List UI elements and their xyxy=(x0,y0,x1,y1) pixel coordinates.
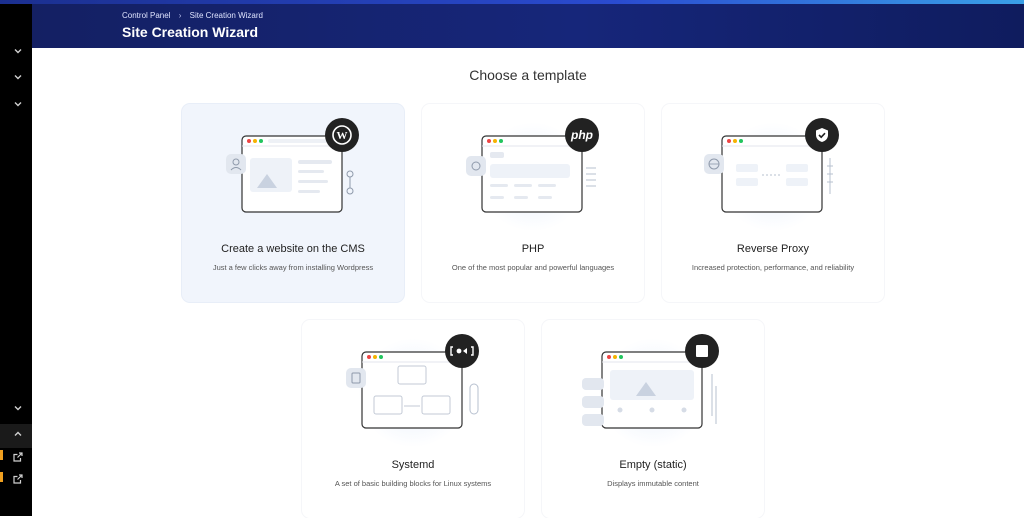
shield-check-icon xyxy=(805,118,839,152)
chevron-down-icon[interactable] xyxy=(11,44,25,58)
template-title: Empty (static) xyxy=(619,459,687,471)
template-title: Reverse Proxy xyxy=(736,243,810,255)
php-icon: php xyxy=(565,118,599,152)
svg-text:W: W xyxy=(337,130,348,142)
chevron-up-icon[interactable] xyxy=(11,427,25,441)
template-title: Systemd xyxy=(391,459,435,471)
breadcrumb-control-panel[interactable]: Control Panel xyxy=(122,11,170,20)
breadcrumb-site-creation-wizard: Site Creation Wizard xyxy=(189,11,263,21)
stop-square-icon xyxy=(685,334,719,368)
template-description: A set of basic building blocks for Linux… xyxy=(334,479,492,488)
active-marker xyxy=(0,472,3,482)
template-description: Increased protection, performance, and r… xyxy=(691,263,855,272)
template-card-cms[interactable]: W Create a website on the CMS Just a few… xyxy=(182,104,404,302)
breadcrumb: Control Panel › Site Creation Wizard xyxy=(122,11,263,20)
chevron-down-icon[interactable] xyxy=(11,70,25,84)
wordpress-icon: W xyxy=(325,118,359,152)
template-card-reverse-proxy[interactable]: Reverse Proxy Increased protection, perf… xyxy=(662,104,884,302)
page-title: Site Creation Wizard xyxy=(122,24,259,40)
chevron-down-icon[interactable] xyxy=(11,401,25,415)
page-header: Control Panel › Site Creation Wizard Sit… xyxy=(32,4,1024,48)
template-title: PHP xyxy=(521,243,545,255)
template-title: Create a website on the CMS xyxy=(221,243,365,255)
external-link-icon[interactable] xyxy=(11,472,25,486)
template-card-systemd[interactable]: Systemd A set of basic building blocks f… xyxy=(302,320,524,518)
external-link-icon[interactable] xyxy=(11,450,25,464)
template-card-php[interactable]: php PHP One of the most popular and powe… xyxy=(422,104,644,302)
template-description: Just a few clicks away from installing W… xyxy=(212,263,374,272)
active-marker xyxy=(0,450,3,460)
chevron-down-icon[interactable] xyxy=(11,97,25,111)
template-description: One of the most popular and powerful lan… xyxy=(451,263,615,272)
chevron-right-icon: › xyxy=(178,11,182,21)
systemd-icon xyxy=(445,334,479,368)
template-description: Displays immutable content xyxy=(607,479,699,488)
sidebar xyxy=(0,4,32,516)
section-title: Choose a template xyxy=(469,67,587,83)
template-card-empty-static[interactable]: Empty (static) Displays immutable conten… xyxy=(542,320,764,518)
